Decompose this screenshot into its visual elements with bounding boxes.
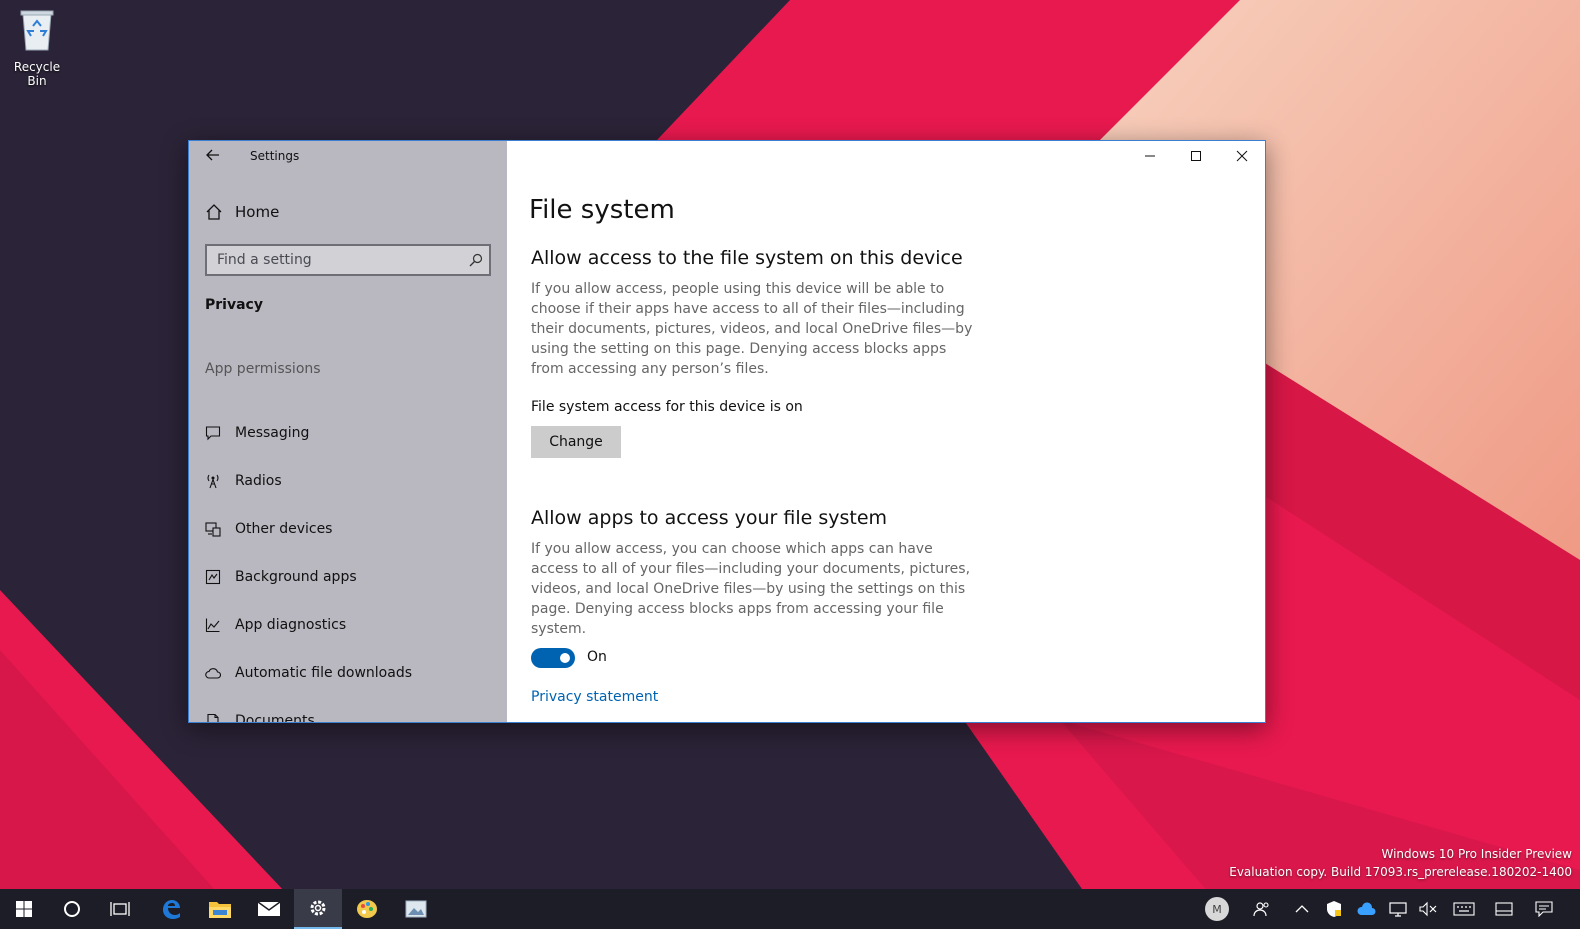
maximize-button[interactable]: [1173, 141, 1219, 171]
section-description-device-access: If you allow access, people using this d…: [531, 281, 973, 377]
close-icon: [1236, 150, 1248, 162]
minimize-button[interactable]: [1127, 141, 1173, 171]
touch-keyboard-button[interactable]: [1450, 889, 1478, 929]
volume-tray-button[interactable]: [1414, 889, 1442, 929]
show-hidden-icons-button[interactable]: [1288, 889, 1316, 929]
search-box[interactable]: [205, 244, 491, 276]
sidebar-item-documents[interactable]: Documents: [205, 697, 412, 723]
sidebar-item-messaging[interactable]: Messaging: [205, 409, 412, 457]
taskbar-file-explorer[interactable]: [196, 889, 244, 929]
sidebar-item-label: Automatic file downloads: [235, 665, 413, 681]
maximize-icon: [1191, 151, 1201, 161]
taskbar-paint[interactable]: [343, 889, 391, 929]
volume-muted-icon: [1419, 901, 1437, 917]
section-description-app-access: If you allow access, you can choose whic…: [531, 541, 971, 637]
avatar: M: [1205, 897, 1229, 921]
toggle-knob: [560, 653, 570, 663]
chevron-up-icon: [1295, 905, 1309, 913]
cortana-button[interactable]: [48, 889, 96, 929]
start-button[interactable]: [0, 889, 48, 929]
sidebar-item-label: Radios: [235, 473, 282, 489]
taskbar-photos[interactable]: [392, 889, 440, 929]
people-icon: [1253, 902, 1269, 917]
settings-sidebar: Settings Home Privacy App permissions Me…: [189, 141, 507, 722]
sidebar-item-label: Background apps: [235, 569, 357, 585]
diagnostics-chart-icon: [205, 618, 220, 633]
keyboard-icon: [1453, 902, 1475, 916]
home-icon: [206, 204, 222, 220]
nav-home[interactable]: Home: [205, 203, 279, 221]
sidebar-item-other-devices[interactable]: Other devices: [205, 505, 412, 553]
nav-home-label: Home: [235, 203, 280, 221]
start-icon: [16, 901, 32, 917]
recycle-bin-label: Recycle Bin: [13, 60, 61, 88]
window-controls: [1127, 141, 1265, 171]
sidebar-item-radios[interactable]: Radios: [205, 457, 412, 505]
onedrive-icon: [1357, 902, 1376, 915]
action-center-button[interactable]: [1530, 889, 1558, 929]
settings-content: File system Allow access to the file sys…: [507, 141, 1265, 722]
watermark-build: Evaluation copy. Build 17093.rs_prerelea…: [1229, 865, 1572, 879]
sidebar-item-label: App diagnostics: [235, 617, 347, 633]
settings-window: Settings Home Privacy App permissions Me…: [188, 140, 1266, 723]
radio-tower-icon: [207, 474, 219, 489]
search-icon[interactable]: [469, 253, 483, 267]
mail-icon: [257, 901, 281, 916]
taskbar-mail[interactable]: [245, 889, 293, 929]
document-icon: [207, 713, 219, 722]
window-title: Settings: [250, 149, 300, 163]
sidebar-item-label: Documents: [235, 713, 315, 723]
cloud-icon: [205, 668, 221, 679]
change-button[interactable]: Change: [531, 426, 621, 458]
sidebar-item-background-apps[interactable]: Background apps: [205, 553, 412, 601]
nav-group-app-permissions: App permissions: [205, 361, 321, 377]
section-heading-app-access: Allow apps to access your file system: [531, 507, 888, 529]
sidebar-item-label: Other devices: [235, 521, 333, 537]
tablet-icon: [1495, 902, 1513, 916]
security-tray-button[interactable]: [1320, 889, 1348, 929]
sidebar-item-label: Messaging: [235, 425, 310, 441]
page-title: File system: [529, 195, 675, 225]
tablet-mode-button[interactable]: [1490, 889, 1518, 929]
minimize-icon: [1145, 155, 1155, 157]
settings-icon: [310, 900, 326, 916]
section-heading-device-access: Allow access to the file system on this …: [531, 247, 963, 269]
task-view-button[interactable]: [96, 889, 144, 929]
sidebar-item-automatic-file-downloads[interactable]: Automatic file downloads: [205, 649, 412, 697]
search-input[interactable]: [217, 252, 457, 268]
taskbar-settings[interactable]: [294, 889, 342, 929]
toggle-state-label: On: [587, 649, 607, 665]
user-avatar[interactable]: M: [1201, 889, 1233, 929]
action-center-icon: [1535, 901, 1553, 917]
app-access-toggle[interactable]: [531, 648, 575, 668]
devices-icon: [205, 522, 221, 537]
taskbar-edge[interactable]: [147, 889, 195, 929]
back-arrow-icon: [206, 149, 219, 161]
photos-icon: [405, 900, 427, 918]
security-icon: [1327, 901, 1341, 917]
recycle-bin-icon: [20, 10, 54, 51]
recycle-bin[interactable]: Recycle Bin: [4, 6, 70, 88]
watermark-edition: Windows 10 Pro Insider Preview: [1381, 847, 1572, 861]
onedrive-tray-button[interactable]: [1352, 889, 1380, 929]
sidebar-item-app-diagnostics[interactable]: App diagnostics: [205, 601, 412, 649]
people-button[interactable]: [1248, 889, 1276, 929]
nav-section-privacy[interactable]: Privacy: [205, 297, 263, 313]
device-access-status: File system access for this device is on: [531, 399, 803, 415]
network-icon: [1389, 902, 1407, 917]
nav-list: Messaging Radios Other devices Backgroun…: [205, 409, 412, 723]
file-explorer-icon: [209, 902, 231, 918]
network-tray-button[interactable]: [1384, 889, 1412, 929]
cortana-icon: [64, 901, 80, 917]
background-apps-icon: [205, 569, 221, 585]
back-button[interactable]: [203, 147, 223, 167]
edge-icon: [163, 900, 180, 919]
build-watermark: Windows 10 Pro Insider Preview Evaluatio…: [1229, 845, 1572, 881]
message-icon: [205, 426, 221, 441]
close-button[interactable]: [1219, 141, 1265, 171]
paint-icon: [357, 900, 377, 918]
taskbar: M: [0, 889, 1580, 929]
task-view-icon: [110, 902, 130, 916]
privacy-statement-link[interactable]: Privacy statement: [531, 689, 658, 705]
